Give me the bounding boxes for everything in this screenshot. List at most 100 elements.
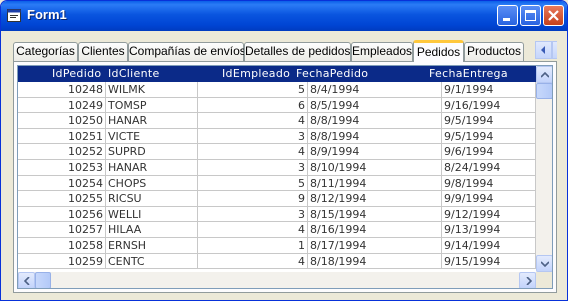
table-row[interactable]: 10254 CHOPS 5 8/11/1994 9/8/1994 — [18, 175, 536, 192]
table-cell[interactable]: 10249 — [18, 97, 106, 114]
tab-scroll-right-button[interactable] — [552, 41, 557, 59]
table-cell[interactable]: 8/16/1994 — [308, 222, 442, 238]
table-cell[interactable]: 10257 — [18, 222, 106, 238]
table-cell[interactable]: 4 — [198, 113, 308, 129]
table-cell[interactable]: 10251 — [18, 128, 106, 145]
table-cell[interactable]: 10253 — [18, 159, 106, 176]
table-cell[interactable]: 8/9/1994 — [308, 144, 442, 160]
table-cell[interactable]: 10252 — [18, 144, 106, 160]
horizontal-scrollbar[interactable] — [18, 272, 536, 288]
column-header-fechaentrega[interactable]: FechaEntrega — [429, 67, 508, 80]
table-row[interactable]: 10249 TOMSP 6 8/5/1994 9/16/1994 — [18, 97, 536, 114]
table-cell[interactable]: VICTE — [106, 128, 198, 145]
table-cell[interactable]: ERNSH — [106, 237, 198, 254]
table-cell[interactable]: 9/8/1994 — [442, 175, 536, 192]
tab-companias-envios[interactable]: Compañías de envíos — [128, 42, 246, 61]
tab-empleados[interactable]: Empleados — [351, 42, 413, 61]
table-row[interactable]: 10255 RICSU 9 8/12/1994 9/9/1994 — [18, 191, 536, 207]
table-cell[interactable]: SUPRD — [106, 144, 198, 160]
vertical-scrollbar[interactable] — [536, 66, 552, 272]
table-cell[interactable]: 6 — [198, 97, 308, 114]
tab-detalles-pedidos[interactable]: Detalles de pedidos — [244, 42, 351, 61]
table-cell[interactable]: 4 — [198, 222, 308, 238]
scroll-up-button[interactable] — [536, 66, 552, 83]
table-cell[interactable]: 4 — [198, 253, 308, 270]
table-cell[interactable]: 10248 — [18, 82, 106, 98]
scroll-down-button[interactable] — [536, 255, 552, 272]
table-cell[interactable]: 9/14/1994 — [442, 237, 536, 254]
pedidos-data-grid[interactable]: IdPedido IdCliente IdEmpleado FechaPedid… — [17, 65, 553, 289]
close-icon — [548, 10, 559, 21]
table-cell[interactable]: 9/16/1994 — [442, 97, 536, 114]
table-cell[interactable]: 10254 — [18, 175, 106, 192]
column-header-fechapedido[interactable]: FechaPedido — [296, 67, 368, 80]
vertical-scroll-thumb[interactable] — [536, 83, 552, 99]
table-cell[interactable]: 9 — [198, 191, 308, 207]
table-cell[interactable]: HANAR — [106, 113, 198, 129]
table-row[interactable]: 10248 WILMK 5 8/4/1994 9/1/1994 — [18, 82, 536, 98]
table-cell[interactable]: WILMK — [106, 82, 198, 98]
title-bar[interactable]: Form1 — [1, 1, 567, 31]
table-cell[interactable]: 5 — [198, 82, 308, 98]
table-row[interactable]: 10257 HILAA 4 8/16/1994 9/13/1994 — [18, 222, 536, 238]
table-cell[interactable]: 8/4/1994 — [308, 82, 442, 98]
tab-productos[interactable]: Productos — [464, 42, 524, 61]
minimize-button[interactable] — [497, 5, 518, 26]
close-button[interactable] — [543, 5, 564, 26]
column-header-idcliente[interactable]: IdCliente — [108, 67, 160, 80]
table-cell[interactable]: 10256 — [18, 206, 106, 223]
table-row[interactable]: 10250 HANAR 4 8/8/1994 9/5/1994 — [18, 113, 536, 129]
table-row[interactable]: 10258 ERNSH 1 8/17/1994 9/14/1994 — [18, 237, 536, 254]
scroll-left-button[interactable] — [18, 272, 35, 288]
table-row[interactable]: 10251 VICTE 3 8/8/1994 9/5/1994 — [18, 128, 536, 145]
table-cell[interactable]: 9/12/1994 — [442, 206, 536, 223]
column-header-idempleado[interactable]: IdEmpleado — [222, 67, 290, 80]
table-cell[interactable]: 8/17/1994 — [308, 237, 442, 254]
table-cell[interactable]: 9/5/1994 — [442, 128, 536, 145]
table-cell[interactable]: 10255 — [18, 191, 106, 207]
tab-scroll-left-button[interactable] — [535, 41, 552, 59]
table-cell[interactable]: HILAA — [106, 222, 198, 238]
table-cell[interactable]: 8/8/1994 — [308, 128, 442, 145]
column-header-idpedido[interactable]: IdPedido — [52, 67, 101, 80]
table-cell[interactable]: 3 — [198, 206, 308, 223]
table-cell[interactable]: CENTC — [106, 253, 198, 270]
table-cell[interactable]: 9/15/1994 — [442, 253, 536, 270]
table-cell[interactable]: 9/5/1994 — [442, 113, 536, 129]
scroll-right-button[interactable] — [519, 272, 536, 288]
table-cell[interactable]: 8/15/1994 — [308, 206, 442, 223]
table-cell[interactable]: 9/6/1994 — [442, 144, 536, 160]
table-cell[interactable]: RICSU — [106, 191, 198, 207]
tab-categorias[interactable]: Categorías — [13, 42, 78, 61]
tab-pedidos[interactable]: Pedidos — [413, 40, 464, 62]
table-cell[interactable]: 9/9/1994 — [442, 191, 536, 207]
table-cell[interactable]: 9/13/1994 — [442, 222, 536, 238]
table-cell[interactable]: TOMSP — [106, 97, 198, 114]
table-cell[interactable]: 10250 — [18, 113, 106, 129]
table-row[interactable]: 10252 SUPRD 4 8/9/1994 9/6/1994 — [18, 144, 536, 160]
table-cell[interactable]: 10259 — [18, 253, 106, 270]
table-cell[interactable]: 8/12/1994 — [308, 191, 442, 207]
table-cell[interactable]: 8/5/1994 — [308, 97, 442, 114]
table-cell[interactable]: 10258 — [18, 237, 106, 254]
table-cell[interactable]: 8/18/1994 — [308, 253, 442, 270]
maximize-button[interactable] — [520, 5, 541, 26]
table-cell[interactable]: 8/8/1994 — [308, 113, 442, 129]
table-cell[interactable]: 8/10/1994 — [308, 159, 442, 176]
table-cell[interactable]: 5 — [198, 175, 308, 192]
table-cell[interactable]: CHOPS — [106, 175, 198, 192]
table-cell[interactable]: HANAR — [106, 159, 198, 176]
table-cell[interactable]: 3 — [198, 128, 308, 145]
table-cell[interactable]: 8/24/1994 — [442, 159, 536, 176]
table-cell[interactable]: 1 — [198, 237, 308, 254]
table-row[interactable]: 10253 HANAR 3 8/10/1994 8/24/1994 — [18, 159, 536, 176]
table-cell[interactable]: 3 — [198, 159, 308, 176]
horizontal-scroll-thumb[interactable] — [35, 272, 51, 288]
table-row[interactable]: 10259 CENTC 4 8/18/1994 9/15/1994 — [18, 253, 536, 270]
table-cell[interactable]: WELLI — [106, 206, 198, 223]
table-cell[interactable]: 9/1/1994 — [442, 82, 536, 98]
table-cell[interactable]: 8/11/1994 — [308, 175, 442, 192]
tab-clientes[interactable]: Clientes — [78, 42, 128, 61]
table-cell[interactable]: 4 — [198, 144, 308, 160]
table-row[interactable]: 10256 WELLI 3 8/15/1994 9/12/1994 — [18, 206, 536, 223]
